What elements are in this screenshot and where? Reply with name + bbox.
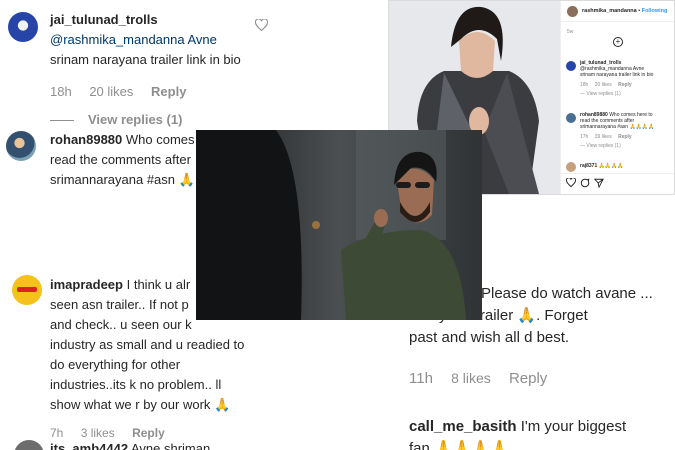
divider [561, 173, 674, 174]
divider [561, 21, 674, 22]
comment-text-line: @rashmika_mandanna Avne [50, 32, 217, 47]
comment-text-line: Please do watch avane ... [481, 285, 653, 302]
comment-icon[interactable] [580, 178, 590, 188]
comment-text-line: srimannarayana #asn 🙏🙏🙏🙏 [580, 124, 655, 130]
comment-text-line: Who comes [125, 132, 195, 147]
comment-meta: 17h 39 likes Reply [580, 134, 674, 140]
comment-username[interactable]: imapradeep [50, 277, 123, 292]
avatar[interactable] [566, 61, 576, 71]
avatar[interactable] [14, 440, 44, 450]
avatar[interactable] [6, 131, 36, 161]
heart-icon[interactable] [566, 178, 576, 187]
reply-button[interactable]: Reply [509, 370, 547, 387]
comment: raj8371 🙏🙏🙏🙏 [580, 163, 674, 169]
comment: narayana trailer 🙏. Forget past and wish… [409, 305, 675, 450]
comment-username[interactable]: jai_tulunad_trolls [50, 12, 158, 27]
view-replies-button[interactable]: View replies (1) [50, 110, 380, 130]
comment: rohan89880 Who comes here to read the co… [580, 112, 674, 149]
comment-text-line: Avne shriman [130, 441, 211, 450]
avatar[interactable] [566, 162, 576, 172]
comment-time: 17h [580, 134, 589, 140]
comment-text-line: srinam narayana trailer link in bio [50, 52, 241, 67]
comment-text-line: show what we r by our work 🙏 [50, 397, 231, 412]
post-sidebar: rashmika_mandanna • Following 5w + jai_t… [560, 1, 674, 194]
view-replies-label: View replies (1) [88, 112, 183, 127]
comment-likes[interactable]: 8 likes [451, 370, 491, 386]
comment-likes[interactable]: 39 likes [595, 134, 612, 140]
view-replies-button[interactable]: — View replies (1) [580, 143, 674, 149]
view-replies-label: View replies (1) [586, 143, 621, 149]
comment-text-line: I think u alr [126, 277, 191, 292]
comment: its_amb4442 Avne shriman [50, 439, 380, 450]
comment: jai_tulunad_trolls @rashmika_mandanna Av… [580, 60, 674, 97]
follow-button[interactable]: Following [642, 8, 668, 14]
comment-time: 7h [50, 426, 64, 440]
comment-text-line: past and wish all d best. [409, 329, 570, 346]
comment-text-line: industry as small and u readied to [50, 337, 245, 352]
comment-username[interactable]: raj8371 [580, 163, 597, 169]
share-icon[interactable] [594, 178, 604, 188]
comment-username[interactable]: its_amb4442 [50, 441, 128, 450]
post-header: rashmika_mandanna • Following [582, 8, 668, 14]
comment-likes[interactable]: 20 likes [595, 82, 612, 88]
comment: call_me_basith I'm your biggest [409, 416, 675, 438]
avatar[interactable] [567, 6, 578, 17]
comment-likes[interactable]: 3 likes [81, 426, 115, 440]
comment: jai_tulunad_trolls @rashmika_mandanna Av… [50, 10, 380, 130]
post-username[interactable]: rashmika_mandanna [582, 8, 637, 14]
comment-time: 18h [580, 82, 589, 88]
comment-time: 11h [409, 370, 433, 387]
comment-text-line: fan 🙏🙏🙏🙏 [409, 440, 509, 450]
reply-button[interactable]: Reply [151, 84, 186, 99]
heart-icon[interactable] [255, 19, 268, 31]
movie-still-image [196, 130, 482, 320]
comment-meta: 18h 20 likes Reply [580, 82, 674, 88]
comment-text-line: 🙏🙏🙏🙏 [598, 163, 624, 169]
comment-username[interactable]: call_me_basith [409, 418, 517, 435]
comment-text-line: I'm your biggest [520, 418, 627, 435]
reply-button[interactable]: Reply [618, 134, 632, 140]
comment-username[interactable]: rohan89880 [50, 132, 122, 147]
reply-button[interactable]: Reply [132, 426, 165, 440]
reply-button[interactable]: Reply [618, 82, 632, 88]
comment-text-line: do everything for other [50, 357, 181, 372]
avatar[interactable] [566, 113, 576, 123]
comment-meta: 18h 20 likes Reply [50, 82, 380, 102]
comment-meta: 11h 8 likes Reply [409, 367, 675, 390]
comment-text-line: industries..its k no problem.. ll [50, 377, 222, 392]
caption-time: 5w [567, 29, 574, 35]
comment-text-line: srinam narayana trailer link in bio [580, 72, 654, 78]
avatar[interactable] [8, 12, 38, 42]
comment-likes[interactable]: 20 likes [89, 84, 133, 99]
avatar[interactable] [12, 275, 42, 305]
view-replies-label: View replies (1) [586, 91, 621, 97]
comment: Please do watch avane ... [481, 283, 675, 305]
divider [50, 120, 74, 122]
load-more-icon[interactable]: + [613, 37, 623, 47]
comment-time: 18h [50, 84, 72, 99]
view-replies-button[interactable]: — View replies (1) [580, 91, 674, 97]
